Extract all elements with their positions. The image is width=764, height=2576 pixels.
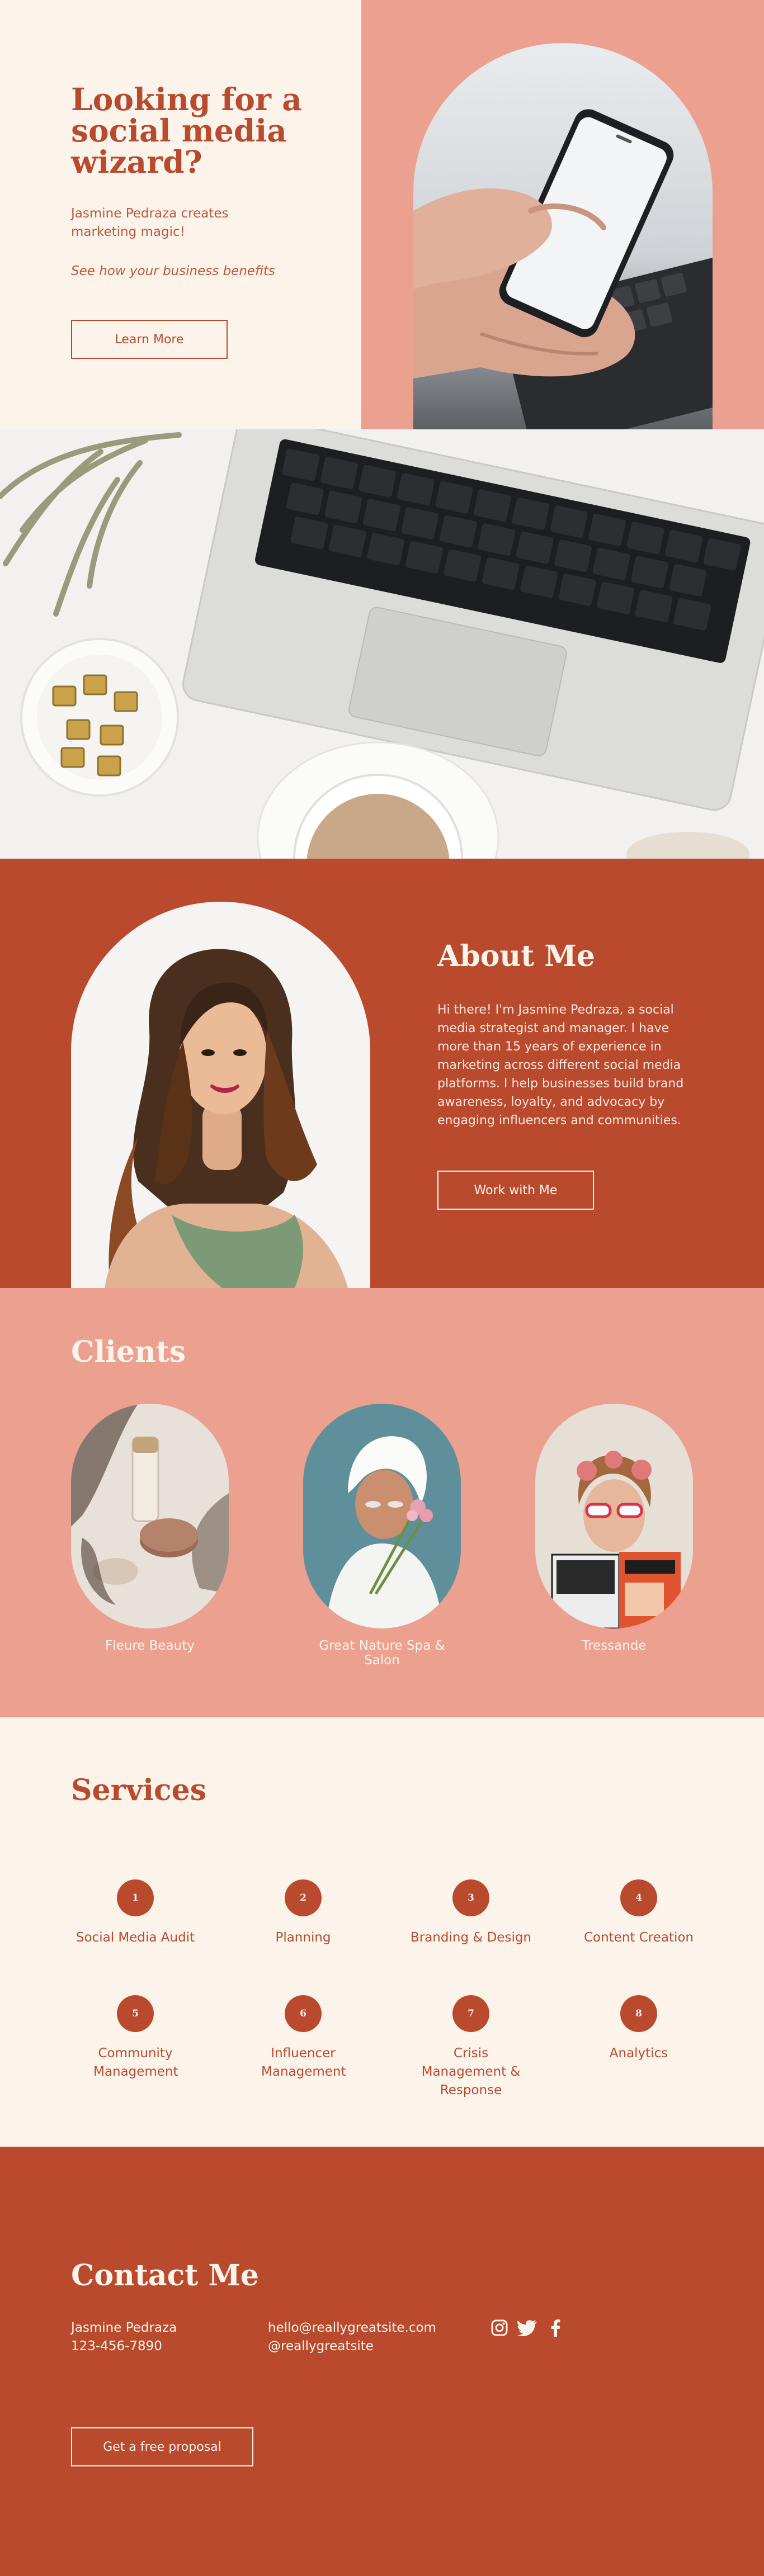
- contact-handle[interactable]: @reallygreatsite: [268, 2337, 436, 2356]
- instagram-icon[interactable]: [489, 2318, 510, 2338]
- hero-subtitle: Jasmine Pedraza creates marketing magic!: [71, 206, 229, 239]
- client-name: Fleure Beauty: [105, 1639, 195, 1653]
- service-label: Community Management: [93, 2046, 178, 2079]
- service-label: Planning: [275, 1930, 331, 1945]
- about-section: About Me Hi there! I'm Jasmine Pedraza, …: [0, 859, 764, 1288]
- profile-portrait-photo: [71, 902, 370, 1288]
- hero-title: Looking for a social media wizard?: [71, 81, 302, 180]
- about-title: About Me: [437, 939, 595, 973]
- service-number-badge: 5: [117, 1995, 154, 2032]
- contact-name: Jasmine Pedraza: [71, 2321, 177, 2335]
- contact-name-phone: Jasmine Pedraza 123-456-7890: [71, 2319, 177, 2356]
- clients-title: Clients: [71, 1335, 186, 1369]
- service-item: 1 Social Media Audit: [68, 1879, 202, 1947]
- hero-benefits-text: See how your business benefits: [71, 264, 275, 278]
- contact-online: hello@reallygreatsite.com @reallygreatsi…: [268, 2319, 436, 2356]
- contact-email[interactable]: hello@reallygreatsite.com: [268, 2319, 436, 2337]
- client-name: Tressande: [582, 1639, 647, 1653]
- service-item: 5 Community Management: [68, 1995, 202, 2081]
- client-card[interactable]: Fleure Beauty: [71, 1404, 229, 1653]
- clients-section: Clients Fleure Beauty Great Nature Spa &…: [0, 1288, 764, 1717]
- service-label: Branding & Design: [410, 1930, 532, 1945]
- client-photo: [535, 1404, 693, 1628]
- twitter-icon[interactable]: [517, 2318, 537, 2338]
- service-number-badge: 1: [117, 1879, 154, 1916]
- about-body: Hi there! I'm Jasmine Pedraza, a social …: [437, 1003, 684, 1128]
- service-item: 2 Planning: [236, 1879, 370, 1947]
- work-with-me-button[interactable]: Work with Me: [437, 1171, 594, 1210]
- contact-section: Contact Me Jasmine Pedraza 123-456-7890 …: [0, 2147, 764, 2576]
- services-section: Services 1 Social Media Audit 2 Planning…: [0, 1717, 764, 2147]
- service-item: 3 Branding & Design: [404, 1879, 538, 1947]
- service-item: 4 Content Creation: [572, 1879, 706, 1947]
- service-number-badge: 6: [285, 1995, 322, 2032]
- client-card[interactable]: Tressande: [535, 1404, 693, 1653]
- social-links: [489, 2318, 565, 2338]
- contact-phone: 123-456-7890: [71, 2339, 162, 2354]
- service-number-badge: 2: [285, 1879, 322, 1916]
- service-item: 8 Analytics: [572, 1995, 706, 2063]
- service-number-badge: 8: [620, 1995, 657, 2032]
- service-item: 6 Influencer Management: [236, 1995, 370, 2081]
- service-number-badge: 3: [452, 1879, 489, 1916]
- hero-right-panel: [361, 0, 764, 429]
- hero-section: Looking for a social media wizard? Jasmi…: [0, 0, 764, 429]
- service-label: Social Media Audit: [76, 1930, 195, 1945]
- service-number-badge: 7: [452, 1995, 489, 2032]
- client-photo: [303, 1404, 461, 1628]
- hero-phone-photo: [413, 43, 713, 429]
- service-number-badge: 4: [620, 1879, 657, 1916]
- contact-title: Contact Me: [71, 2258, 260, 2293]
- hero-left-panel: Looking for a social media wizard? Jasmi…: [0, 0, 361, 429]
- learn-more-button[interactable]: Learn More: [71, 320, 228, 359]
- service-label: Analytics: [609, 2046, 668, 2061]
- service-item: 7 Crisis Management & Response: [404, 1995, 538, 2100]
- facebook-icon[interactable]: [545, 2318, 565, 2338]
- client-photo: [71, 1404, 229, 1628]
- service-label: Influencer Management: [261, 2046, 346, 2079]
- service-label: Content Creation: [583, 1930, 694, 1945]
- client-card[interactable]: Great Nature Spa & Salon: [303, 1404, 461, 1668]
- desk-photo: [0, 429, 764, 859]
- services-title: Services: [71, 1773, 207, 1807]
- get-proposal-button[interactable]: Get a free proposal: [71, 2427, 253, 2466]
- client-name: Great Nature Spa & Salon: [319, 1639, 445, 1668]
- service-label: Crisis Management & Response: [421, 2046, 521, 2097]
